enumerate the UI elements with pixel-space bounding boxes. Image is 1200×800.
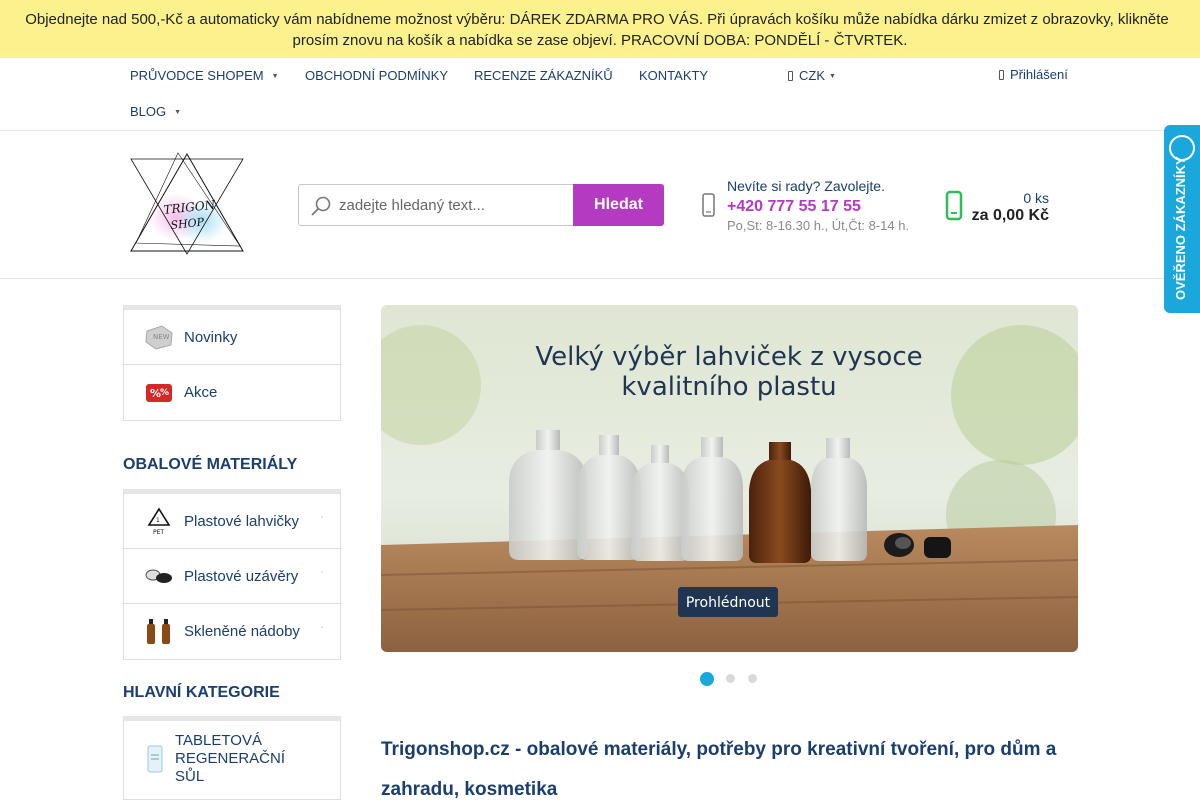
- phone-icon: [702, 193, 715, 217]
- sidebar-item-akce[interactable]: % % Akce: [124, 365, 340, 420]
- svg-text:1: 1: [156, 517, 160, 524]
- chevron-right-icon: ▫: [320, 515, 323, 521]
- sidebar-item-label: Skleněné nádoby: [184, 623, 300, 640]
- currency-selector[interactable]: CZK ▼: [788, 68, 836, 83]
- salt-icon: [147, 745, 163, 773]
- nav-item-blog[interactable]: BLOG ▼: [130, 104, 181, 119]
- sidebar-item-plastic-caps[interactable]: Plastové uzávěry ▫: [124, 549, 340, 604]
- pet-recycle-icon: 1 PET: [147, 507, 171, 535]
- close-icon[interactable]: [1169, 10, 1175, 24]
- sidebar-item-tablet-salt[interactable]: TABLETOVÁ REGENERAČNÍ SŮL: [124, 721, 340, 799]
- cart-count[interactable]: 0 ks: [1023, 190, 1049, 206]
- nav-item-terms[interactable]: OBCHODNÍ PODMÍNKY: [305, 68, 448, 83]
- new-icon: NEW: [145, 325, 173, 350]
- slider-dot-3[interactable]: [748, 674, 757, 683]
- banner-headline-1: Velký výběr lahviček z vysoce: [535, 342, 922, 372]
- chevron-down-icon: ▼: [271, 73, 279, 81]
- announcement-line-1: Objednejte nad 500,-Kč a automaticky vám…: [0, 9, 1200, 30]
- chevron-down-icon: ▼: [829, 73, 836, 81]
- hero-banner[interactable]: Velký výběr lahviček z vysoce kvalitního…: [381, 305, 1078, 652]
- opening-hours: Po,St: 8-16.30 h., Út,Čt: 8-14 h.: [727, 218, 910, 233]
- slider-dot-1[interactable]: [700, 672, 714, 686]
- verified-reviews-badge[interactable]: OVĚŘENO ZÁKAZNÍKY: [1164, 125, 1200, 313]
- nav-item-reviews[interactable]: RECENZE ZÁKAZNÍKŮ: [474, 68, 613, 83]
- help-text: Nevíte si rady? Zavolejte.: [727, 178, 885, 194]
- search-input[interactable]: [339, 185, 569, 225]
- chevron-down-icon: ▼: [174, 109, 182, 117]
- site-logo[interactable]: TRIGON SHOP: [128, 151, 246, 257]
- search-button[interactable]: Hledat: [573, 184, 664, 226]
- announcement-line-2: prosím znovu na košík a nabídka se zase …: [292, 32, 908, 49]
- glass-bottles-icon: [147, 619, 170, 644]
- top-navigation: PRŮVODCE SHOPEM ▼ OBCHODNÍ PODMÍNKY RECEN…: [0, 58, 1200, 131]
- sale-icon: % %: [146, 384, 172, 402]
- chevron-right-icon: ▫: [320, 570, 323, 576]
- svg-text:NEW: NEW: [153, 333, 170, 341]
- sidebar-item-label: Novinky: [184, 329, 238, 346]
- user-icon: [999, 70, 1004, 80]
- sidebar-item-novinky[interactable]: NEW Novinky: [124, 310, 340, 365]
- sidebar-item-label: TABLETOVÁ REGENERAČNÍ SŮL: [175, 732, 286, 785]
- slider-dot-2[interactable]: [726, 674, 735, 683]
- sidebar-item-label: Plastové lahvičky: [184, 513, 300, 530]
- svg-text:PET: PET: [153, 529, 164, 535]
- quick-links-box: NEW Novinky % % Akce: [123, 305, 341, 421]
- caps-icon: [145, 569, 172, 583]
- search-field: [298, 184, 574, 226]
- search-icon: [311, 196, 331, 216]
- announcement-bar: Objednejte nad 500,-Kč a automaticky vám…: [0, 0, 1200, 58]
- nav-item-contacts[interactable]: KONTAKTY: [639, 68, 708, 83]
- site-header: TRIGON SHOP Hledat Nevíte si rady? Zavol…: [0, 131, 1200, 279]
- banner-cta-label: Prohlédnout: [686, 595, 771, 611]
- phone-number[interactable]: +420 777 55 17 55: [727, 198, 861, 216]
- cart-total[interactable]: za 0,00 Kč: [972, 207, 1049, 225]
- sidebar-item-label: Akce: [184, 384, 218, 401]
- banner-headline-2: kvalitního plastu: [621, 372, 836, 402]
- packaging-categories-box: 1 PET Plastové lahvičky ▫ Plastové uzávě…: [123, 489, 341, 660]
- cart-icon[interactable]: [945, 189, 965, 221]
- page-title: Trigonshop.cz - obalové materiály, potře…: [381, 739, 1057, 800]
- svg-text:%: %: [160, 388, 169, 398]
- slider-pagination: [700, 672, 760, 686]
- section-title-packaging: OBALOVÉ MATERIÁLY: [123, 456, 298, 473]
- sidebar-item-glass-containers[interactable]: Skleněné nádoby ▫: [124, 604, 340, 659]
- verified-badge-label: OVĚŘENO ZÁKAZNÍKY: [1173, 156, 1188, 300]
- currency-icon: [788, 71, 793, 81]
- main-categories-box: TABLETOVÁ REGENERAČNÍ SŮL: [123, 716, 341, 800]
- chevron-right-icon: ▫: [320, 625, 323, 631]
- sidebar-item-plastic-bottles[interactable]: 1 PET Plastové lahvičky ▫: [124, 494, 340, 549]
- sidebar: NEW Novinky % % Akce OBALOVÉ MATERIÁLY 1…: [123, 305, 341, 800]
- section-title-main-categories: HLAVNÍ KATEGORIE: [123, 684, 280, 701]
- nav-item-guide[interactable]: PRŮVODCE SHOPEM ▼: [130, 68, 279, 83]
- login-link[interactable]: Přihlášení: [999, 67, 1068, 82]
- sidebar-item-label: Plastové uzávěry: [184, 568, 299, 585]
